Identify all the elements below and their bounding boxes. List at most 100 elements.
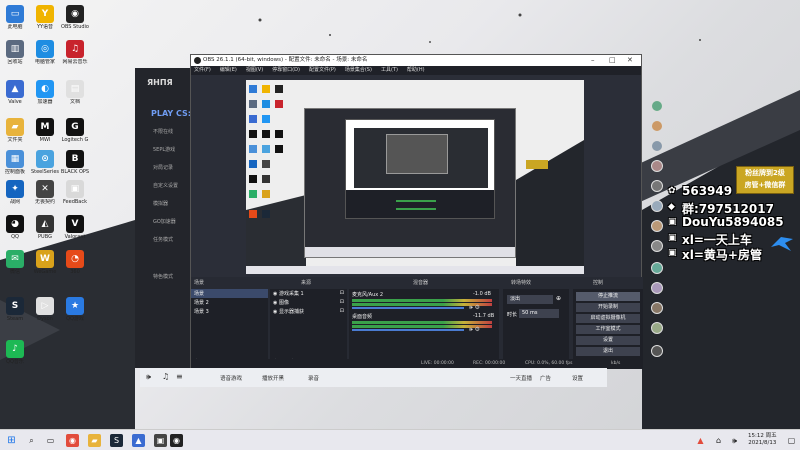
add-transition-icon[interactable]: ⊕: [556, 295, 561, 302]
desktop-icon[interactable]: ▲ Valve: [0, 80, 30, 105]
desktop-icon[interactable]: ✉ 微信: [0, 250, 30, 275]
desktop-icon[interactable]: ✦ 战网: [0, 180, 30, 205]
bg-app-menu-item[interactable]: GO加速器: [153, 218, 176, 225]
source-item[interactable]: ◉ 显示器捕获 ⊡: [270, 307, 347, 316]
control-button[interactable]: 工作室模式: [576, 325, 640, 334]
desktop-icon[interactable]: ▷ Dyson: [30, 297, 60, 322]
desktop-icon[interactable]: ▰ 文件夹: [0, 118, 30, 143]
bg-app-menu-item[interactable]: 不限在线: [153, 128, 173, 135]
notification-icon[interactable]: ▢: [785, 434, 798, 447]
avatar[interactable]: [651, 322, 663, 334]
obs-menu-item[interactable]: 工具(T): [381, 67, 398, 73]
desktop-icon[interactable]: W WeGame: [30, 250, 60, 275]
avatar[interactable]: [651, 282, 663, 294]
avatar[interactable]: [651, 160, 663, 172]
obs-taskbar-icon[interactable]: ◉: [170, 434, 183, 447]
bg-app-menu-item[interactable]: 任务模式: [153, 236, 173, 243]
avatar[interactable]: [651, 140, 663, 152]
mixer-mute-icon[interactable]: 🕪 ⚙: [469, 304, 480, 312]
lock-icon[interactable]: ⊡: [340, 308, 344, 314]
mixer-mute-icon[interactable]: 🕪 ⚙: [469, 326, 480, 334]
source-item[interactable]: ◉ 游戏采集 1 ⊡: [270, 289, 347, 298]
desktop-icon[interactable]: ♫ 网易云音乐: [60, 40, 90, 65]
obs-window[interactable]: OBS 26.1.1 (64-bit, windows) - 配置文件: 未命名…: [190, 54, 643, 369]
control-button[interactable]: 停止推流: [576, 292, 640, 301]
bar-item-3[interactable]: 录音: [308, 374, 319, 382]
obs-menu-item[interactable]: 帮助(H): [407, 67, 425, 73]
lock-icon[interactable]: ⊡: [340, 290, 344, 296]
source-item[interactable]: ◉ 图像 ⊡: [270, 298, 347, 307]
bg-app-menu-item[interactable]: 模拟器: [153, 200, 168, 207]
steam-icon[interactable]: S: [110, 434, 123, 447]
desktop-icon[interactable]: ♪ QQ音乐: [0, 340, 30, 365]
volume-slider[interactable]: [352, 329, 464, 331]
scene-item[interactable]: 场景: [191, 289, 268, 298]
minimize-icon[interactable]: –: [591, 55, 595, 66]
lock-icon[interactable]: ⊡: [340, 299, 344, 305]
obs-menu-item[interactable]: 编辑(E): [220, 67, 237, 73]
app2-icon[interactable]: ▣: [154, 434, 167, 447]
desktop-icon[interactable]: ◕ QQ: [0, 215, 30, 240]
close-icon[interactable]: ✕: [627, 55, 633, 66]
desktop-icon[interactable]: ◐ 加速器: [30, 80, 60, 105]
app-icon[interactable]: ▲: [132, 434, 145, 447]
desktop-icon[interactable]: ◉ OBS Studio: [60, 5, 90, 30]
avatar[interactable]: [651, 302, 663, 314]
avatar[interactable]: [651, 345, 663, 357]
desktop-icon[interactable]: ▦ 控制面板: [0, 150, 30, 175]
tray-clock[interactable]: 15:12 周五 2021/8/13: [748, 433, 777, 447]
obs-menu-item[interactable]: 停靠窗口(D): [272, 67, 300, 73]
avatar[interactable]: [651, 262, 663, 274]
mic-icon[interactable]: ♫: [162, 372, 169, 381]
bar-item-5[interactable]: 广告: [540, 374, 551, 382]
obs-preview[interactable]: [246, 80, 584, 274]
desktop-icon[interactable]: ▭ 此电脑: [0, 5, 30, 30]
volume-slider[interactable]: [352, 307, 464, 309]
search-icon[interactable]: ⌕: [25, 434, 38, 447]
desktop-icon[interactable]: ◎ 电脑管家: [30, 40, 60, 65]
desktop-icon[interactable]: Y YY语音: [30, 5, 60, 30]
control-button[interactable]: 退出: [576, 347, 640, 356]
desktop-icon[interactable]: ◭ PUBG: [30, 215, 60, 240]
bg-app-menu-item[interactable]: 特色模式: [153, 273, 173, 280]
obs-menu-item[interactable]: 配置文件(P): [309, 67, 336, 73]
bg-app-menu-item[interactable]: 自定义设置: [153, 182, 178, 189]
control-button[interactable]: 设置: [576, 336, 640, 345]
desktop-icon[interactable]: M MWI: [30, 118, 60, 143]
desktop-icon[interactable]: ⊙ SteelSeries: [30, 150, 60, 175]
obs-menu-item[interactable]: 文件(F): [194, 67, 211, 73]
start-icon[interactable]: ⊞: [5, 434, 18, 447]
avatar[interactable]: [651, 240, 663, 252]
bar-item-1[interactable]: 语音游戏: [220, 374, 242, 382]
network-icon[interactable]: ⌂: [712, 434, 725, 447]
desktop-icon[interactable]: B BLACK OPS: [60, 150, 90, 175]
control-button[interactable]: 开始录制: [576, 303, 640, 312]
explorer-icon[interactable]: ▰: [88, 434, 101, 447]
desktop-icon[interactable]: V Valorant: [60, 215, 90, 240]
avatar[interactable]: [651, 200, 663, 212]
desktop-icon[interactable]: S Steam: [0, 297, 30, 322]
chrome-icon[interactable]: ◉: [66, 434, 79, 447]
avatar[interactable]: [651, 220, 663, 232]
desktop-icon[interactable]: ◔ 360: [60, 250, 90, 275]
bar-item-4[interactable]: 一天直播: [510, 374, 532, 382]
bg-app-menu-item[interactable]: 对局记录: [153, 164, 173, 171]
tray-app-icon[interactable]: ▲: [694, 434, 707, 447]
obs-menu-item[interactable]: 视图(V): [246, 67, 263, 73]
avatar[interactable]: [651, 120, 663, 132]
bar-item-6[interactable]: 设置: [572, 374, 583, 382]
scene-item[interactable]: 场景 3: [191, 307, 268, 316]
control-button[interactable]: 启动虚拟摄像机: [576, 314, 640, 323]
obs-titlebar[interactable]: OBS 26.1.1 (64-bit, windows) - 配置文件: 未命名…: [191, 55, 641, 66]
desktop-icon[interactable]: ▥ 回收站: [0, 40, 30, 65]
avatar[interactable]: [651, 100, 663, 112]
desktop-icon[interactable]: ✕ 无畏契约: [30, 180, 60, 205]
desktop-icon[interactable]: ▤ 文档: [60, 80, 90, 105]
sound-icon[interactable]: 🕪: [728, 434, 741, 447]
equalizer-icon[interactable]: ≡: [176, 372, 183, 381]
task-view-icon[interactable]: ▭: [44, 434, 57, 447]
scene-item[interactable]: 场景 2: [191, 298, 268, 307]
obs-menu-item[interactable]: 场景集合(S): [345, 67, 372, 73]
bar-item-2[interactable]: 播放开黑: [262, 374, 284, 382]
volume-icon[interactable]: 🕪: [146, 372, 151, 382]
